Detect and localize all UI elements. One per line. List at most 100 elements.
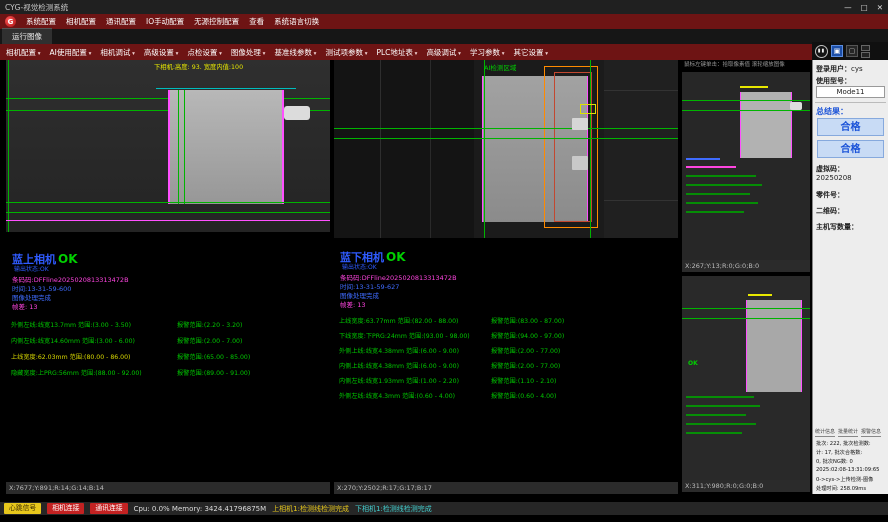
left-overlay-text: 下相机:高度: 93. 宽度内值:100: [154, 62, 243, 71]
overlay-text-mini: [686, 432, 742, 434]
measurement-text: 外侧左线:线宽4.3mm 范围:(0.60 - 4.00): [339, 391, 491, 400]
login-user-label: 登录用户：: [816, 65, 851, 73]
stats-line: 计: 17, 批次合格数:: [816, 449, 887, 456]
overlay-text-mini: [686, 211, 744, 213]
toolbar-plc-table[interactable]: PLC地址表: [376, 47, 417, 58]
result-box-1: 合格: [817, 118, 884, 136]
part-number-label: 零件号：: [816, 190, 885, 200]
toolbar-image-processing[interactable]: 图像处理: [231, 47, 266, 58]
stats-tab-statistics[interactable]: 统计信息: [815, 428, 835, 437]
overlay-text-mini: [686, 414, 746, 416]
measure-line: [334, 138, 678, 139]
comm-connection-indicator: 通讯连接: [90, 503, 127, 514]
alarm-range: 报警范围:(83.00 - 87.00): [491, 316, 564, 325]
window-title: CYG-视觉检测系统: [5, 2, 68, 13]
toolbar-test-params[interactable]: 测试项参数: [325, 47, 367, 58]
measurement-row: 上线宽度:62.03mm 范围:(80.00 - 86.00) 报警范围:(65…: [11, 352, 326, 361]
menu-item-view[interactable]: 查看: [249, 16, 264, 27]
stats-tab-alarm[interactable]: 报警信息: [861, 428, 881, 437]
virtual-code-label: 虚拟码：: [816, 164, 885, 174]
divider: [815, 102, 886, 103]
close-icon[interactable]: ✕: [877, 3, 883, 12]
measure-line: [682, 308, 810, 309]
left-camera-panel: 下相机:高度: 93. 宽度内值:100 蓝上相机OK 输出状态:OK 条码码:…: [6, 60, 330, 494]
preview-image-2[interactable]: OK: [682, 276, 810, 480]
alarm-range: 报警范围:(2.20 - 3.20): [177, 320, 242, 329]
measurement-text: 内侧上线:线宽4.38mm 范围:(6.00 - 9.00): [339, 361, 491, 370]
toolbar-camera-debug[interactable]: 相机调试: [100, 47, 135, 58]
layout-toggle-buttons[interactable]: [861, 45, 870, 58]
inspected-part: [740, 92, 792, 158]
menu-item-passive-control[interactable]: 无源控制配置: [194, 16, 239, 27]
right-camera-image[interactable]: AI检测区域 蓝下相机OK 输出状态:OK 条码码:DFFline2025020…: [334, 60, 678, 482]
stats-line: 处理时间: 258.09ms: [816, 485, 887, 492]
measure-line: [682, 110, 810, 111]
left-camera-image[interactable]: 下相机:高度: 93. 宽度内值:100 蓝上相机OK 输出状态:OK 条码码:…: [6, 60, 330, 482]
menu-item-io-manual[interactable]: IO手动配置: [146, 16, 184, 27]
app-window: CYG-视觉检测系统 — □ ✕ G 系统配置 相机配置 通讯配置 IO手动配置…: [0, 0, 888, 522]
toolbar-ai-config[interactable]: AI使用配置: [50, 47, 92, 58]
model-label: 使用型号：: [816, 76, 885, 86]
menu-item-camera-config[interactable]: 相机配置: [66, 16, 96, 27]
toolbar-baseline-params[interactable]: 基准线参数: [274, 47, 316, 58]
measure-line: [184, 90, 185, 204]
menu-item-language[interactable]: 系统语言切换: [274, 16, 319, 27]
overlay-text-mini: [748, 294, 772, 296]
measure-line: [6, 212, 330, 213]
alarm-range: 报警范围:(89.00 - 91.00): [177, 368, 250, 377]
measurement-row: 内侧左线:线宽1.93mm 范围:(1.00 - 2.20) 报警范围:(1.1…: [339, 376, 674, 385]
info-panel: 登录用户：cys 使用型号： Mode11 总结果： 合格 合格 虚拟码： 20…: [812, 60, 888, 494]
upper-camera-status: 上相机1:检测线检测完成: [272, 504, 349, 514]
title-bar: CYG-视觉检测系统 — □ ✕: [0, 0, 888, 14]
preview-2-ok: OK: [688, 360, 698, 367]
right-pixel-coords: X:270;Y:2502;R:17;G:17;B:17: [334, 482, 678, 494]
menu-item-system-config[interactable]: 系统配置: [26, 16, 56, 27]
pause-button[interactable]: ▮▮: [815, 45, 828, 58]
login-user-row: 登录用户：cys: [816, 64, 885, 74]
toolbar-advanced-debug[interactable]: 高级调试: [426, 47, 461, 58]
stats-line: 0, 批次NG数: 0: [816, 458, 887, 465]
total-result-label: 总结果：: [816, 106, 885, 117]
measure-line: [178, 90, 179, 204]
model-select[interactable]: Mode11: [816, 86, 885, 98]
measurement-row: 内侧上线:线宽4.38mm 范围:(6.00 - 9.00) 报警范围:(2.0…: [339, 361, 674, 370]
measure-line: [156, 88, 296, 89]
toolbar-camera-config[interactable]: 相机配置: [6, 47, 41, 58]
menu-item-comm-config[interactable]: 通讯配置: [106, 16, 136, 27]
machinery-edge: [380, 60, 381, 238]
measure-line: [590, 60, 591, 238]
camera-view-2-button[interactable]: ▢: [846, 45, 858, 57]
camera-view-1-button[interactable]: ▣: [831, 45, 843, 57]
tab-run-image[interactable]: 运行图像: [2, 28, 52, 44]
preview-image-1[interactable]: [682, 72, 810, 260]
toolbar-advanced-settings[interactable]: 高级设置: [144, 47, 179, 58]
right-substatus: 输出状态:OK: [342, 262, 377, 271]
measure-line: [682, 100, 810, 101]
overlay-text-mini: [686, 405, 760, 407]
virtual-code-value: 20250208: [816, 174, 885, 182]
measurement-text: 内侧左线:线宽1.93mm 范围:(1.00 - 2.20): [339, 376, 491, 385]
machinery-edge: [604, 90, 678, 91]
lower-camera-status: 下相机1:检测线检测完成: [355, 504, 432, 514]
measure-line: [334, 128, 678, 129]
measure-line: [6, 202, 330, 203]
measure-line: [8, 60, 9, 232]
camera-connection-indicator: 相机连接: [47, 503, 84, 514]
machinery-right: [604, 60, 678, 238]
overlay-text-mini: [686, 184, 762, 186]
toolbar-spotcheck-settings[interactable]: 点检设置: [187, 47, 222, 58]
layout-top-icon: [861, 45, 870, 51]
measure-line: [484, 60, 485, 238]
right-camera-status: OK: [386, 250, 406, 264]
left-frame-diff: 帧差: 13: [12, 301, 38, 311]
overlay-text-mini: [686, 202, 758, 204]
stats-line: 批次: 222, 批次检测数:: [816, 440, 887, 447]
toolbar-learning-params[interactable]: 学习参数: [470, 47, 505, 58]
stats-tab-batch[interactable]: 批量统计: [838, 428, 858, 437]
maximize-icon[interactable]: □: [861, 3, 868, 12]
host-write-count-label: 主机写数量：: [816, 222, 885, 232]
alarm-range: 报警范围:(94.00 - 97.00): [491, 331, 564, 340]
alarm-range: 报警范围:(65.00 - 85.00): [177, 352, 250, 361]
minimize-icon[interactable]: —: [844, 3, 852, 12]
toolbar-other-settings[interactable]: 其它设置: [513, 47, 548, 58]
